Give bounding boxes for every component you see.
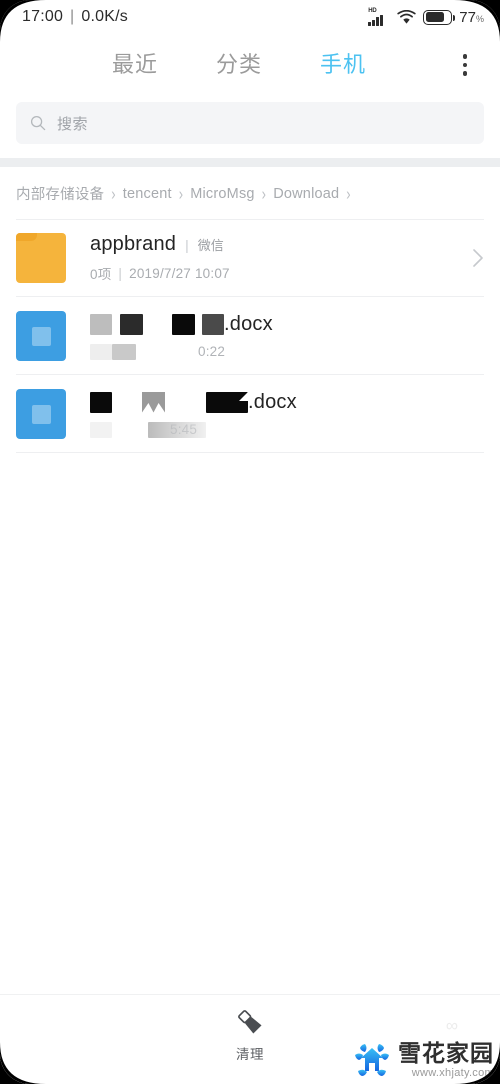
redaction-block	[90, 313, 112, 335]
file-extension: .docx	[248, 390, 297, 413]
redaction-block	[206, 391, 248, 413]
status-separator: |	[70, 8, 75, 25]
tab-recent[interactable]: 最近	[112, 51, 158, 79]
chevron-right-icon[interactable]	[462, 248, 484, 268]
status-network-speed: 0.0K/s	[81, 8, 128, 25]
redaction-block	[112, 343, 136, 360]
file-subtitle: 0项 | 2019/7/27 10:07	[90, 263, 462, 283]
file-meta: .docx 5:45	[90, 390, 462, 438]
redaction-block	[90, 421, 112, 438]
battery-percent-value: 77	[459, 8, 476, 26]
file-date-partial: 5:45	[170, 422, 198, 437]
file-item-count: 0项	[90, 267, 112, 282]
phone-screen: 17:00 | 0.0K/s HD 77% 最近 分类 手机 搜索 内部存储设备…	[0, 0, 500, 1084]
broom-icon	[238, 1010, 262, 1034]
search-placeholder: 搜索	[57, 115, 89, 133]
redaction-block	[90, 343, 112, 360]
clean-button-label: 清理	[236, 1047, 264, 1062]
battery-icon	[423, 9, 455, 25]
file-date-partial: 0:22	[198, 344, 226, 359]
breadcrumb-item-micromsg[interactable]: MicroMsg	[190, 186, 254, 202]
file-extension: .docx	[224, 312, 273, 335]
breadcrumb-separator: ›	[178, 183, 184, 204]
redaction-block	[90, 391, 112, 413]
file-meta: appbrand | 微信 0项 | 2019/7/27 10:07	[90, 233, 462, 283]
file-subtitle-redacted: 0:22	[90, 343, 462, 360]
battery-percent-symbol: %	[475, 13, 484, 24]
tab-bar: 最近 分类 手机	[0, 34, 500, 96]
search-section: 搜索	[0, 96, 500, 158]
breadcrumb-item-storage[interactable]: 内部存储设备	[16, 183, 104, 204]
status-bar-left: 17:00 | 0.0K/s	[22, 8, 128, 26]
breadcrumb-item-download[interactable]: Download	[273, 186, 339, 202]
file-subtitle-redacted: 5:45	[90, 421, 462, 438]
folder-icon	[16, 233, 66, 283]
file-name-redacted: .docx	[90, 312, 462, 336]
battery-fill	[425, 12, 445, 22]
redaction-block	[142, 391, 165, 413]
tab-phone[interactable]: 手机	[320, 51, 366, 79]
breadcrumb-separator: ›	[261, 183, 267, 204]
file-subtitle-divider: |	[118, 265, 123, 281]
status-bar: 17:00 | 0.0K/s HD 77%	[0, 0, 500, 34]
redaction-block	[202, 313, 224, 335]
table-row[interactable]: .docx 5:45	[0, 375, 500, 453]
file-name: appbrand	[90, 233, 177, 255]
search-icon	[30, 115, 46, 131]
search-input[interactable]: 搜索	[16, 102, 484, 144]
document-icon	[16, 389, 66, 439]
battery-percent: 77%	[459, 9, 484, 26]
document-icon	[16, 311, 66, 361]
breadcrumb-separator: ›	[111, 183, 116, 204]
file-list: appbrand | 微信 0项 | 2019/7/27 10:07 .docx…	[0, 219, 500, 453]
signal-bars-icon: HD	[368, 8, 390, 26]
status-bar-right: HD 77%	[368, 8, 484, 26]
file-title-divider: |	[185, 237, 189, 253]
section-divider-band	[0, 158, 500, 167]
file-title-line: appbrand | 微信	[90, 233, 462, 256]
breadcrumb: 内部存储设备 › tencent › MicroMsg › Download ›	[0, 167, 500, 219]
breadcrumb-item-tencent[interactable]: tencent	[123, 186, 172, 202]
more-vertical-icon[interactable]	[448, 45, 482, 85]
file-meta: .docx 0:22	[90, 312, 462, 360]
signal-bars	[368, 14, 384, 26]
clean-button[interactable]: 清理	[235, 1007, 265, 1063]
table-row[interactable]: .docx 0:22	[0, 297, 500, 375]
redaction-block	[172, 313, 195, 335]
file-date: 2019/7/27 10:07	[129, 265, 230, 281]
tab-list: 最近 分类 手机	[0, 51, 448, 79]
wifi-icon	[397, 9, 416, 25]
tab-category[interactable]: 分类	[216, 51, 262, 79]
status-time: 17:00	[22, 8, 64, 25]
breadcrumb-separator-trailing: ›	[346, 183, 351, 204]
bottom-navigation-bar: 清理	[0, 994, 500, 1084]
table-row[interactable]: appbrand | 微信 0项 | 2019/7/27 10:07	[0, 219, 500, 297]
redaction-block	[120, 313, 143, 335]
file-source-tag: 微信	[197, 238, 224, 253]
file-name-redacted: .docx	[90, 390, 462, 414]
